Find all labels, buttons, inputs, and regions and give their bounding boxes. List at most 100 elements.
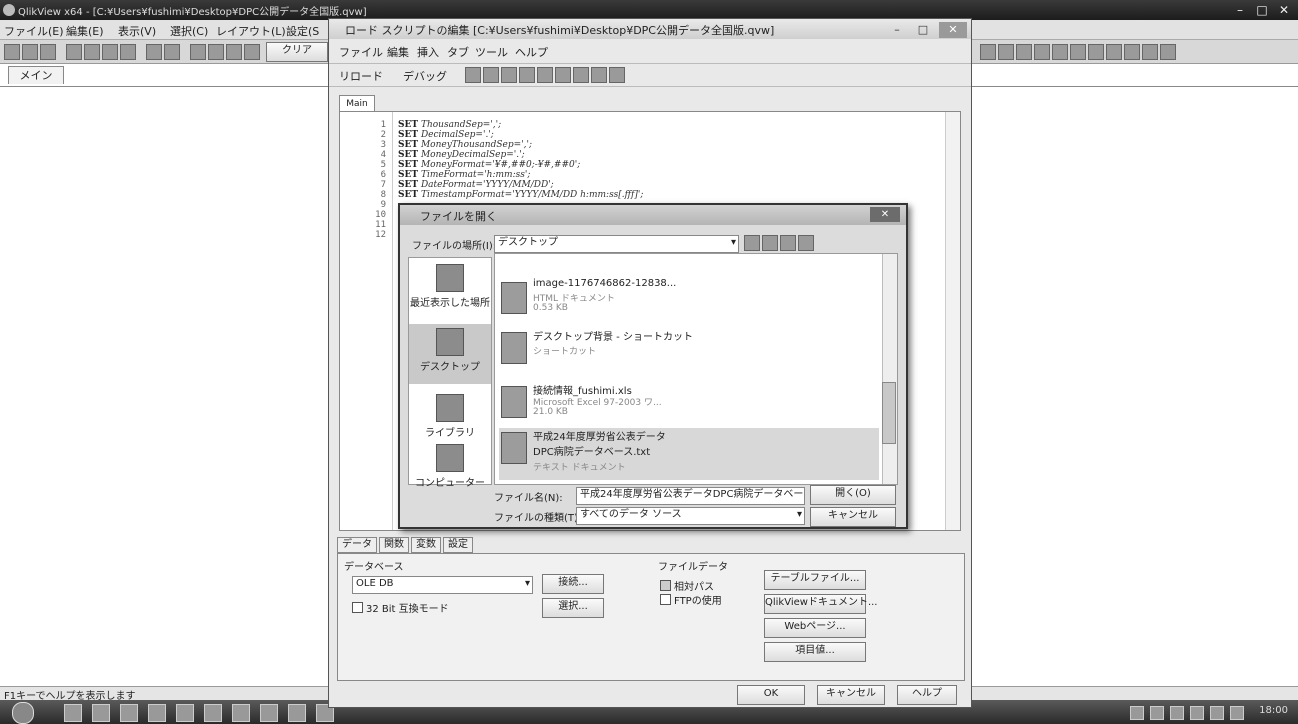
editor-tool-icon-1[interactable]	[465, 67, 481, 83]
editor-tool-icon-4[interactable]	[519, 67, 535, 83]
editor-menu-tab[interactable]: タブ	[447, 44, 469, 60]
editor-menu-edit[interactable]: 編集	[387, 44, 409, 60]
ftp-checkbox[interactable]	[660, 594, 671, 605]
editor-tool-icon-9[interactable]	[609, 67, 625, 83]
cut-icon[interactable]	[84, 44, 100, 60]
editor-menu-insert[interactable]: 挿入	[417, 44, 439, 60]
help-button[interactable]: ヘルプ	[897, 685, 957, 705]
editor-minimize-icon[interactable]: –	[885, 22, 909, 38]
taskbar-icon-9[interactable]	[288, 704, 306, 722]
tray-flag-icon[interactable]	[1190, 706, 1204, 720]
toolbar-icon-a[interactable]	[980, 44, 996, 60]
menu-edit[interactable]: 編集(E)	[66, 23, 104, 39]
list-item[interactable]: image-1176746862-12838... HTML ドキュメント 0.…	[499, 278, 879, 318]
start-button[interactable]	[12, 702, 34, 724]
redo-icon[interactable]	[164, 44, 180, 60]
copy-icon[interactable]	[102, 44, 118, 60]
field-data-button[interactable]: 項目値...	[764, 642, 866, 662]
file-dialog-cancel-button[interactable]: キャンセル	[810, 507, 896, 527]
minimize-icon[interactable]: –	[1230, 2, 1250, 18]
editor-menu-file[interactable]: ファイル	[339, 44, 383, 60]
print-icon[interactable]	[66, 44, 82, 60]
taskbar-icon-3[interactable]	[120, 704, 138, 722]
menu-layout[interactable]: レイアウト(L)	[216, 23, 286, 39]
tab-data[interactable]: データ	[337, 537, 377, 553]
editor-menu-tools[interactable]: ツール	[475, 44, 508, 60]
up-folder-icon[interactable]	[762, 235, 778, 251]
taskbar-icon-7[interactable]	[232, 704, 250, 722]
taskbar-icon-4[interactable]	[148, 704, 166, 722]
paste-icon[interactable]	[120, 44, 136, 60]
place-computer[interactable]: コンピューター	[409, 444, 491, 489]
toolbar-icon-e[interactable]	[1052, 44, 1068, 60]
filename-input[interactable]: 平成24年度厚労省公表データDPC病院データベー	[576, 487, 805, 505]
file-dialog-close-icon[interactable]: ✕	[870, 207, 900, 222]
menu-settings[interactable]: 設定(S	[286, 23, 319, 39]
place-desktop[interactable]: デスクトップ	[409, 324, 491, 384]
debug-button[interactable]: デバッグ	[403, 68, 447, 84]
editor-tool-icon-2[interactable]	[483, 67, 499, 83]
place-recent[interactable]: 最近表示した場所	[409, 264, 491, 309]
editor-tool-icon-6[interactable]	[555, 67, 571, 83]
place-libraries[interactable]: ライブラリ	[409, 394, 491, 439]
toolbar-icon-j[interactable]	[1142, 44, 1158, 60]
toolbar-icon-k[interactable]	[1160, 44, 1176, 60]
scroll-thumb[interactable]	[882, 382, 896, 444]
relative-path-checkbox[interactable]	[660, 580, 671, 591]
editor-tool-icon-5[interactable]	[537, 67, 553, 83]
save-icon[interactable]	[40, 44, 56, 60]
taskbar-icon-6[interactable]	[204, 704, 222, 722]
toolbar-icon-i[interactable]	[1124, 44, 1140, 60]
filetype-select[interactable]: すべてのデータ ソース ▾	[576, 507, 805, 525]
qlikview-doc-button[interactable]: QlikViewドキュメント...	[764, 594, 878, 614]
tray-battery-icon[interactable]	[1210, 706, 1224, 720]
code-vertical-scrollbar[interactable]	[945, 112, 960, 530]
connect-button[interactable]: 接続...	[542, 574, 604, 594]
tab-settings[interactable]: 設定	[443, 537, 473, 553]
go-back-icon[interactable]	[744, 235, 760, 251]
toolbar-icon-f[interactable]	[1070, 44, 1086, 60]
editor-menu-help[interactable]: ヘルプ	[515, 44, 548, 60]
maximize-icon[interactable]: □	[1252, 2, 1272, 18]
sheet-tab-main[interactable]: メイン	[8, 66, 64, 84]
toolbar-icon-b[interactable]	[998, 44, 1014, 60]
32bit-checkbox[interactable]	[352, 602, 363, 613]
toolbar-icon-c[interactable]	[1016, 44, 1032, 60]
menu-select[interactable]: 選択(C)	[170, 23, 208, 39]
lock-icon[interactable]	[244, 44, 260, 60]
tab-functions[interactable]: 関数	[379, 537, 409, 553]
list-item[interactable]: デスクトップ背景 - ショートカット ショートカット	[499, 328, 879, 376]
editor-tool-icon-8[interactable]	[591, 67, 607, 83]
select-button[interactable]: 選択...	[542, 598, 604, 618]
open-icon[interactable]	[22, 44, 38, 60]
editor-tool-icon-3[interactable]	[501, 67, 517, 83]
menu-view[interactable]: 表示(V)	[118, 23, 156, 39]
file-list-scrollbar[interactable]	[882, 254, 897, 484]
script-tab-main[interactable]: Main	[339, 95, 375, 112]
tab-variables[interactable]: 変数	[411, 537, 441, 553]
tray-network-icon[interactable]	[1130, 706, 1144, 720]
tray-speaker-icon[interactable]	[1230, 706, 1244, 720]
reload-icon[interactable]	[190, 44, 206, 60]
taskbar-icon-5[interactable]	[176, 704, 194, 722]
editor-tool-icon-7[interactable]	[573, 67, 589, 83]
list-item-selected[interactable]: 平成24年度厚労省公表データ DPC病院データベース.txt テキスト ドキュメ…	[499, 428, 879, 480]
view-menu-icon[interactable]	[798, 235, 814, 251]
ie-taskbar-icon[interactable]	[64, 704, 82, 722]
open-button[interactable]: 開く(O)	[810, 485, 896, 505]
taskbar-icon-8[interactable]	[260, 704, 278, 722]
table-file-button[interactable]: テーブルファイル...	[764, 570, 866, 590]
location-select[interactable]: デスクトップ ▾	[494, 235, 739, 253]
toolbar-icon-h[interactable]	[1106, 44, 1122, 60]
new-folder-icon[interactable]	[780, 235, 796, 251]
editor-maximize-icon[interactable]: □	[911, 22, 935, 38]
new-doc-icon[interactable]	[4, 44, 20, 60]
editor-close-icon[interactable]: ✕	[939, 22, 967, 38]
list-item[interactable]: 接続情報_fushimi.xls Microsoft Excel 97-2003…	[499, 382, 879, 422]
reload-button[interactable]: リロード	[339, 68, 383, 84]
clear-button[interactable]: クリア	[266, 42, 328, 62]
forward-icon[interactable]	[226, 44, 242, 60]
menu-file[interactable]: ファイル(E)	[4, 23, 64, 39]
toolbar-icon-d[interactable]	[1034, 44, 1050, 60]
undo-icon[interactable]	[146, 44, 162, 60]
